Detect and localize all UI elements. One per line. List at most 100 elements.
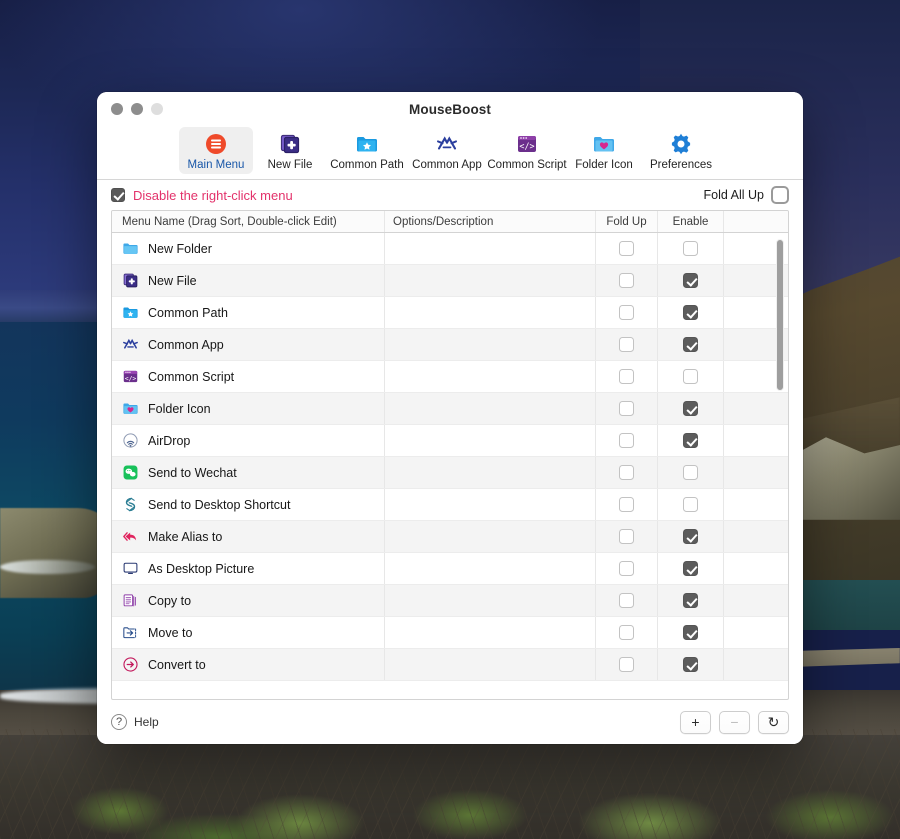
cell-options[interactable] (385, 425, 596, 456)
cell-enable[interactable] (658, 457, 724, 488)
enable-checkbox[interactable] (683, 497, 698, 512)
fold-up-checkbox[interactable] (619, 241, 634, 256)
cell-fold-up[interactable] (596, 457, 658, 488)
cell-options[interactable] (385, 393, 596, 424)
cell-fold-up[interactable] (596, 521, 658, 552)
cell-fold-up[interactable] (596, 297, 658, 328)
cell-menu-name[interactable]: New Folder (112, 233, 385, 264)
table-row[interactable]: Send to Desktop Shortcut (112, 489, 788, 521)
cell-options[interactable] (385, 233, 596, 264)
table-row[interactable]: Convert to (112, 649, 788, 681)
fold-up-checkbox[interactable] (619, 433, 634, 448)
cell-menu-name[interactable]: </> Common Script (112, 361, 385, 392)
column-header-menu-name[interactable]: Menu Name (Drag Sort, Double-click Edit) (112, 211, 385, 232)
enable-checkbox[interactable] (683, 657, 698, 672)
cell-menu-name[interactable]: As Desktop Picture (112, 553, 385, 584)
enable-checkbox[interactable] (683, 561, 698, 576)
enable-checkbox[interactable] (683, 273, 698, 288)
fold-up-checkbox[interactable] (619, 273, 634, 288)
cell-enable[interactable] (658, 297, 724, 328)
cell-fold-up[interactable] (596, 329, 658, 360)
remove-button[interactable]: − (719, 710, 750, 734)
enable-checkbox[interactable] (683, 305, 698, 320)
enable-checkbox[interactable] (683, 401, 698, 416)
cell-fold-up[interactable] (596, 649, 658, 680)
fold-up-checkbox[interactable] (619, 625, 634, 640)
cell-fold-up[interactable] (596, 393, 658, 424)
table-row[interactable]: Common Path (112, 297, 788, 329)
cell-options[interactable] (385, 297, 596, 328)
toolbar-item-preferences[interactable]: Preferences (641, 127, 721, 174)
column-header-extra[interactable] (724, 211, 788, 232)
fold-up-checkbox[interactable] (619, 593, 634, 608)
cell-enable[interactable] (658, 521, 724, 552)
cell-options[interactable] (385, 329, 596, 360)
fold-up-checkbox[interactable] (619, 305, 634, 320)
cell-options[interactable] (385, 457, 596, 488)
cell-menu-name[interactable]: Send to Wechat (112, 457, 385, 488)
cell-options[interactable] (385, 265, 596, 296)
column-header-options[interactable]: Options/Description (385, 211, 596, 232)
cell-menu-name[interactable]: Move to (112, 617, 385, 648)
cell-menu-name[interactable]: Copy to (112, 585, 385, 616)
cell-menu-name[interactable]: Common App (112, 329, 385, 360)
cell-options[interactable] (385, 585, 596, 616)
enable-checkbox[interactable] (683, 465, 698, 480)
help-group[interactable]: ? Help (111, 714, 159, 730)
enable-checkbox[interactable] (683, 337, 698, 352)
toolbar-item-common-script[interactable]: </> Common Script (487, 127, 567, 174)
cell-enable[interactable] (658, 649, 724, 680)
cell-enable[interactable] (658, 617, 724, 648)
cell-menu-name[interactable]: Make Alias to (112, 521, 385, 552)
toolbar-item-main-menu[interactable]: Main Menu (179, 127, 253, 174)
cell-options[interactable] (385, 489, 596, 520)
cell-enable[interactable] (658, 585, 724, 616)
toolbar-item-common-app[interactable]: Common App (407, 127, 487, 174)
table-row[interactable]: New Folder (112, 233, 788, 265)
toolbar-item-common-path[interactable]: Common Path (327, 127, 407, 174)
scrollbar-thumb[interactable] (776, 239, 784, 391)
table-row[interactable]: Common App (112, 329, 788, 361)
cell-menu-name[interactable]: New File (112, 265, 385, 296)
fold-up-checkbox[interactable] (619, 369, 634, 384)
cell-enable[interactable] (658, 393, 724, 424)
fold-up-checkbox[interactable] (619, 337, 634, 352)
cell-menu-name[interactable]: Common Path (112, 297, 385, 328)
cell-menu-name[interactable]: Folder Icon (112, 393, 385, 424)
cell-menu-name[interactable]: AirDrop (112, 425, 385, 456)
table-row[interactable]: Make Alias to (112, 521, 788, 553)
toolbar-item-new-file[interactable]: New File (253, 127, 327, 174)
cell-options[interactable] (385, 617, 596, 648)
fold-all-up-checkbox[interactable] (771, 186, 789, 204)
vertical-scrollbar[interactable] (775, 235, 786, 697)
cell-fold-up[interactable] (596, 553, 658, 584)
cell-fold-up[interactable] (596, 233, 658, 264)
enable-checkbox[interactable] (683, 625, 698, 640)
cell-enable[interactable] (658, 425, 724, 456)
cell-options[interactable] (385, 361, 596, 392)
fold-up-checkbox[interactable] (619, 401, 634, 416)
table-row[interactable]: Copy to (112, 585, 788, 617)
column-header-enable[interactable]: Enable (658, 211, 724, 232)
refresh-button[interactable]: ↻ (758, 710, 789, 734)
enable-checkbox[interactable] (683, 529, 698, 544)
cell-options[interactable] (385, 553, 596, 584)
cell-enable[interactable] (658, 361, 724, 392)
cell-menu-name[interactable]: Send to Desktop Shortcut (112, 489, 385, 520)
column-header-fold-up[interactable]: Fold Up (596, 211, 658, 232)
cell-fold-up[interactable] (596, 425, 658, 456)
cell-enable[interactable] (658, 329, 724, 360)
cell-options[interactable] (385, 521, 596, 552)
table-row[interactable]: </> Common Script (112, 361, 788, 393)
cell-fold-up[interactable] (596, 361, 658, 392)
add-button[interactable]: + (680, 710, 711, 734)
cell-fold-up[interactable] (596, 585, 658, 616)
enable-checkbox[interactable] (683, 241, 698, 256)
table-row[interactable]: AirDrop (112, 425, 788, 457)
table-row[interactable]: As Desktop Picture (112, 553, 788, 585)
help-icon[interactable]: ? (111, 714, 127, 730)
fold-up-checkbox[interactable] (619, 465, 634, 480)
enable-checkbox[interactable] (683, 369, 698, 384)
cell-fold-up[interactable] (596, 489, 658, 520)
cell-fold-up[interactable] (596, 265, 658, 296)
